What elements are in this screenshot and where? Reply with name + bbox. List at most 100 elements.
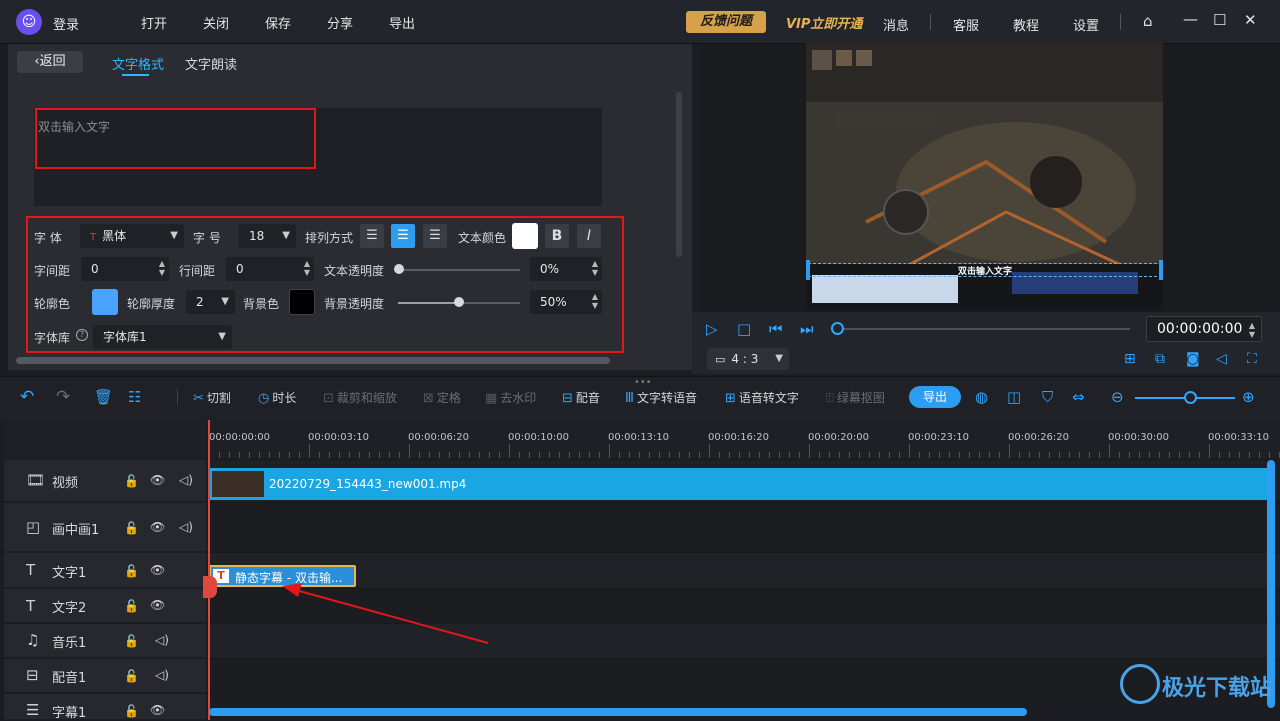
align-left-button[interactable]: ☰ [360,224,384,248]
stepper-icon[interactable]: ▲ ▼ [592,259,598,277]
prev-frame-icon[interactable]: ⏮ [769,320,783,338]
zoom-in-icon[interactable]: ⊕ [1242,388,1255,406]
bg-opacity-input[interactable]: 50% ▲ ▼ [530,290,602,314]
outline-width-select[interactable]: 2 ▼ [186,290,235,314]
volume-icon[interactable]: ◁) [155,633,169,647]
green-screen-button[interactable]: ⍐ 绿幕抠图 [826,389,885,406]
size-select[interactable]: 18 ▼ [239,224,296,248]
speech-to-text-button[interactable]: ⊞ 语音转文字 [725,389,799,406]
delete-icon[interactable]: 🗑 [94,388,113,406]
text-opacity-input[interactable]: 0% ▲ ▼ [530,257,602,281]
track-dubbing[interactable]: ⊟ 配音1 🔓 ◁) [4,659,206,693]
redo-icon[interactable]: ↷ [56,387,70,407]
lock-icon[interactable]: 🔓 [124,669,139,683]
lock-icon[interactable]: 🔓 [124,564,139,578]
stepper-icon[interactable]: ▲ ▼ [159,259,165,277]
bg-opacity-knob[interactable] [454,297,464,307]
track-video[interactable]: 🎞 视频 🔓 👁 ◁) [4,460,206,502]
aspect-ratio-select[interactable]: ▭ 4 : 3 ▼ [707,348,789,370]
italic-button[interactable]: I [577,224,601,248]
close-icon[interactable]: ✕ [1244,11,1257,29]
freeze-frame-button[interactable]: ⊠ 定格 [423,389,461,406]
crop-zoom-button[interactable]: ⊡ 裁剪和缩放 [323,389,397,406]
remove-watermark-button[interactable]: ▦ 去水印 [485,389,536,406]
drag-handle-icon[interactable]: ••• [634,377,652,388]
bold-button[interactable]: B [545,224,569,248]
lock-icon[interactable]: 🔓 [124,599,139,613]
menu-messages[interactable]: 消息 [883,15,909,34]
line-spacing-input[interactable]: 0 ▲ ▼ [226,257,314,281]
undo-icon[interactable]: ↶ [20,387,34,407]
lock-icon[interactable]: 🔓 [124,474,139,488]
tab-text-format[interactable]: 文字格式 [112,54,164,73]
playback-knob[interactable] [831,322,844,335]
lock-icon[interactable]: 🔓 [124,704,139,718]
panel-scrollbar[interactable] [676,92,682,257]
stepper-icon[interactable]: ▲ ▼ [1249,321,1255,339]
eye-icon[interactable]: 👁 [150,563,165,577]
letter-spacing-input[interactable]: 0 ▲ ▼ [81,257,169,281]
text-opacity-slider[interactable] [398,269,520,271]
align-right-button[interactable]: ☰ [423,224,447,248]
time-display[interactable]: 00:00:00:00 ▲ ▼ [1146,316,1262,342]
caption-resize-handle[interactable] [806,260,810,280]
track-text2[interactable]: T 文字2 🔓 👁 [4,589,206,623]
palette-icon[interactable]: ◍ [975,388,988,406]
playhead[interactable] [208,420,210,720]
outline-color-swatch[interactable] [92,289,118,315]
text-color-swatch[interactable] [512,223,538,249]
zoom-out-icon[interactable]: ⊖ [1111,388,1124,406]
minimize-icon[interactable]: — [1183,10,1198,28]
next-frame-icon[interactable]: ⏭ [800,320,814,338]
cut-button[interactable]: ✂ 切割 [193,389,231,406]
volume-icon[interactable]: ◁) [179,473,193,487]
video-clip[interactable]: 20220729_154443_new001.mp4 [209,468,1267,500]
snapshot-icon[interactable]: ◙ [1186,351,1200,367]
font-library-select[interactable]: 字体库1 ▼ [93,325,232,349]
lock-icon[interactable]: 🔓 [124,634,139,648]
shield-icon[interactable]: ⛉ [1042,388,1053,406]
track-music[interactable]: ♫ 音乐1 🔓 ◁) [4,624,206,658]
dubbing-button[interactable]: ⊟ 配音 [562,389,600,406]
fit-width-icon[interactable]: ⇔ [1072,388,1085,406]
align-center-button[interactable]: ☰ [391,224,415,248]
menu-settings[interactable]: 设置 [1073,15,1099,34]
screen-record-icon[interactable]: ⧉ [1155,351,1165,367]
eye-icon[interactable]: 👁 [150,598,165,612]
layout-icon[interactable]: ⊞ [1124,351,1136,367]
fullscreen-icon[interactable]: ⛶ [1247,351,1257,367]
feedback-button[interactable]: 反馈问题 [686,11,766,33]
help-icon[interactable]: ? [76,329,88,341]
stop-icon[interactable]: □ [737,320,751,338]
volume-icon[interactable]: ◁) [179,520,193,534]
settings-sliders-icon[interactable]: ☷ [128,388,141,406]
zoom-knob[interactable] [1184,391,1197,404]
lock-icon[interactable]: 🔓 [124,521,139,535]
bg-color-swatch[interactable] [289,289,315,315]
login-button[interactable]: 登录 [53,14,79,33]
track-pip[interactable]: ◰ 画中画1 🔓 👁 ◁) [4,503,206,552]
panel-hscrollbar[interactable] [16,357,610,364]
volume-icon[interactable]: ◁ [1216,351,1227,367]
split-view-icon[interactable]: ◫ [1007,388,1021,406]
menu-tutorial[interactable]: 教程 [1013,15,1039,34]
export-button[interactable]: 导出 [909,386,961,408]
menu-close[interactable]: 关闭 [203,13,229,32]
playback-progress[interactable] [837,328,1130,330]
eye-icon[interactable]: 👁 [150,703,165,717]
playhead-handle[interactable] [203,576,217,598]
caption-resize-handle[interactable] [1159,260,1163,280]
home-icon[interactable]: ⌂ [1143,12,1153,30]
timeline-hscrollbar[interactable] [209,708,1027,716]
text-opacity-knob[interactable] [394,264,404,274]
track-text1[interactable]: T 文字1 🔓 👁 [4,553,206,588]
eye-icon[interactable]: 👁 [150,520,165,534]
maximize-icon[interactable]: ☐ [1213,11,1226,29]
stepper-icon[interactable]: ▲ ▼ [304,259,310,277]
text-to-speech-button[interactable]: Ⅲ 文字转语音 [625,389,697,406]
menu-save[interactable]: 保存 [265,13,291,32]
play-icon[interactable]: ▷ [706,320,718,338]
vip-button[interactable]: VIP立即开通 [786,13,862,32]
back-button[interactable]: ‹返回 [17,51,83,73]
stepper-icon[interactable]: ▲ ▼ [592,292,598,310]
